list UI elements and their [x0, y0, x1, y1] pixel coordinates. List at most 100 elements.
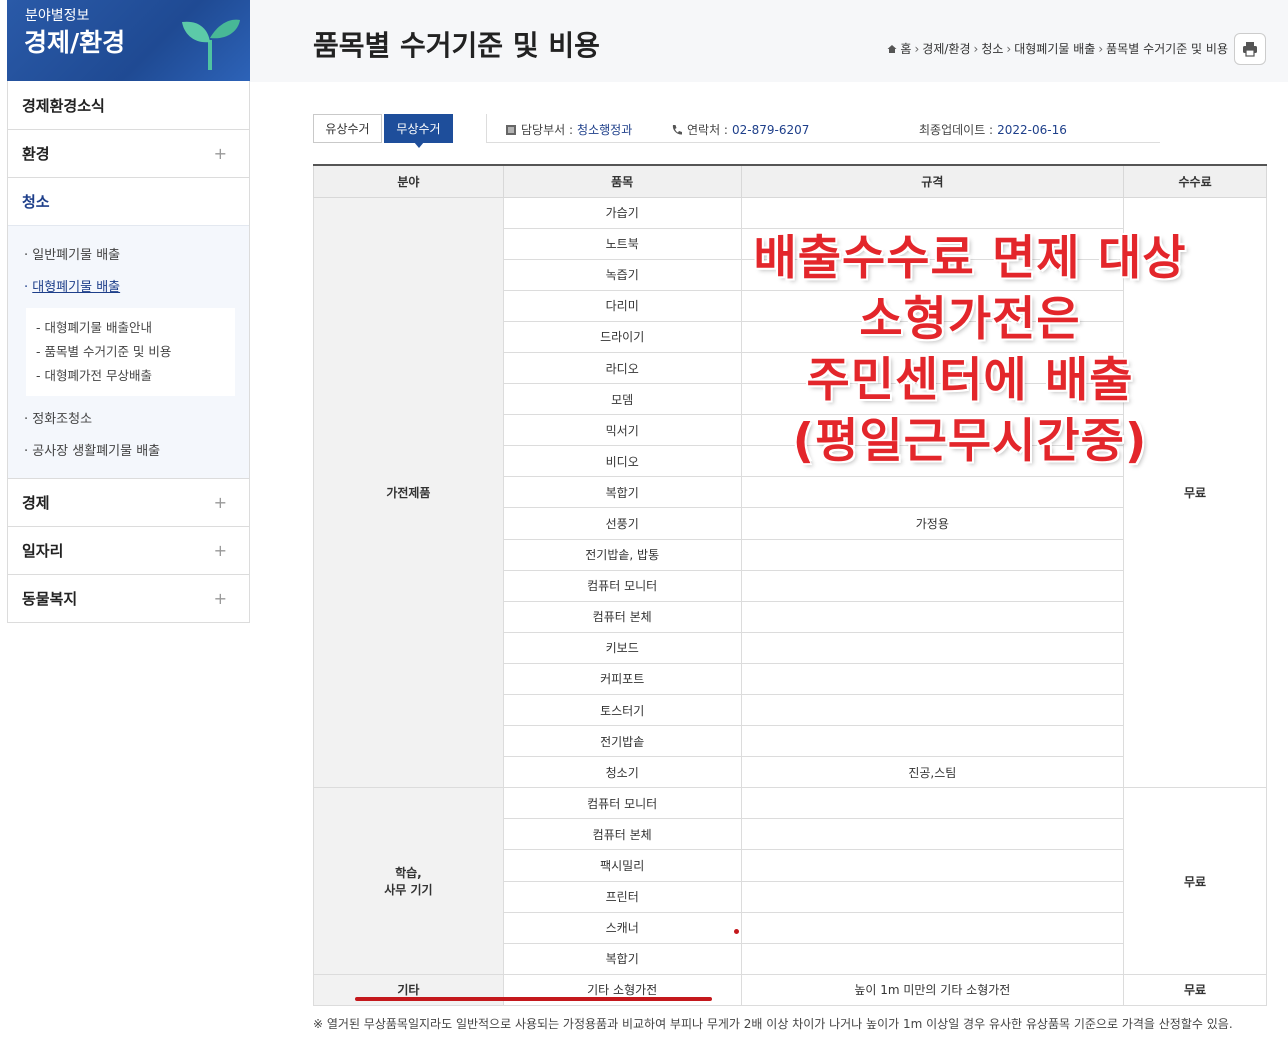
- sidebar-item-label: 경제: [22, 494, 50, 512]
- spec-cell: [740, 818, 1125, 851]
- chevron-right-icon: ›: [1098, 41, 1104, 56]
- spec-cell: [740, 538, 1125, 571]
- item-cell: 컴퓨터 모니터: [502, 569, 742, 602]
- annotation-line: 소형가전은: [859, 292, 1081, 347]
- item-cell: 커피포트: [502, 662, 742, 696]
- submenu-item-large-waste[interactable]: · 대형폐기물 배출: [22, 272, 235, 304]
- sidebar-item-economy[interactable]: 경제 +: [8, 478, 249, 526]
- item-cell: 컴퓨터 모니터: [502, 787, 742, 820]
- item-cell: 프린터: [502, 880, 742, 913]
- spec-cell: [740, 849, 1125, 882]
- update-info: 최종업데이트 : 2022-06-16: [919, 121, 1067, 138]
- sidebar-item-label: 환경: [22, 145, 50, 163]
- contact-label: 연락처 :: [687, 123, 728, 137]
- item-cell: 전기밥솥: [502, 725, 742, 758]
- sidebar-item-label: 동물복지: [22, 590, 78, 608]
- category-line: 학습,: [395, 866, 422, 881]
- subsub-item-cost[interactable]: - 품목별 수거기준 및 비용: [36, 340, 225, 364]
- item-cell: 키보드: [502, 631, 742, 664]
- subsub-item-label: 대형폐가전 무상배출: [44, 368, 152, 383]
- submenu-item-label: 정화조청소: [32, 412, 93, 427]
- contact-value: 02-879-6207: [731, 122, 810, 137]
- spec-cell: [740, 196, 1125, 229]
- phone-icon: [672, 124, 682, 135]
- tab-free[interactable]: 무상수거: [384, 114, 453, 148]
- spec-cell: 높이 1m 미만의 기타 소형가전: [740, 973, 1125, 1006]
- chevron-right-icon: ›: [973, 41, 979, 56]
- spec-cell: [740, 662, 1125, 696]
- sidebar-item-label: 일자리: [22, 542, 64, 560]
- chevron-right-icon: ›: [914, 41, 920, 56]
- table-row: 가전제품 가습기 무료: [313, 196, 1267, 789]
- submenu-item-label: 대형폐기물 배출: [32, 280, 121, 295]
- footnote: ※ 열거된 무상품목일지라도 일반적으로 사용되는 가정용품과 비교하여 부피나…: [313, 1017, 1233, 1031]
- sidebar-item-label: 경제환경소식: [22, 96, 105, 115]
- sidebar-item-environment[interactable]: 환경 +: [8, 129, 249, 177]
- item-cell: 청소기: [502, 756, 742, 789]
- item-cell: 선풍기: [502, 507, 742, 540]
- contact-info: 연락처 : 02-879-6207: [671, 121, 809, 138]
- sidebar-item-econ-env-news[interactable]: 경제환경소식: [8, 81, 249, 129]
- item-cell: 스캐너: [502, 911, 742, 944]
- table-row: 학습, 사무 기기 컴퓨터 모니터 무료: [313, 787, 1267, 975]
- submenu-item-septic[interactable]: · 정화조청소: [22, 404, 235, 436]
- submenu-item-construction[interactable]: · 공사장 생활폐기물 배출: [22, 436, 235, 468]
- spec-cell: [740, 600, 1125, 633]
- breadcrumb-home[interactable]: 홈: [900, 40, 911, 57]
- category-line: 사무 기기: [384, 883, 433, 898]
- spec-cell: [740, 693, 1125, 727]
- submenu-item-general-waste[interactable]: · 일반폐기물 배출: [22, 240, 235, 272]
- breadcrumb-econ-env[interactable]: 경제/환경: [922, 40, 970, 57]
- annotation-overlay: 배출수수료 면제 대상 소형가전은 주민센터에 배출 (평일근무시간중): [700, 228, 1240, 472]
- category-cell: 학습, 사무 기기: [313, 787, 504, 975]
- spec-cell: [740, 911, 1125, 944]
- sidebar: 분야별정보 경제/환경 경제환경소식 환경 + 청소 · 일반폐기물 배출 · …: [7, 0, 250, 623]
- subsub-item-free-appliance[interactable]: - 대형폐가전 무상배출: [36, 364, 225, 388]
- spec-cell: [740, 476, 1125, 509]
- spec-cell: [740, 631, 1125, 664]
- item-cell: 토스터기: [502, 693, 742, 727]
- plus-icon[interactable]: +: [214, 144, 227, 163]
- plus-icon[interactable]: +: [214, 589, 227, 608]
- spec-cell: [740, 725, 1125, 758]
- submenu-item-label: 공사장 생활폐기물 배출: [32, 444, 161, 459]
- breadcrumb-cleaning[interactable]: 청소: [981, 40, 1003, 57]
- header-category: 분야: [313, 164, 504, 198]
- dept-info: 담당부서 : 청소행정과: [505, 121, 632, 138]
- sidebar-item-jobs[interactable]: 일자리 +: [8, 526, 249, 574]
- spec-cell: [740, 787, 1125, 820]
- plus-icon[interactable]: +: [214, 541, 227, 560]
- info-bar: 담당부서 : 청소행정과 연락처 : 02-879-6207 최종업데이트 : …: [486, 114, 1160, 143]
- annotation-line: (평일근무시간중): [792, 414, 1148, 469]
- cleaning-submenu: · 일반폐기물 배출 · 대형폐기물 배출 - 대형폐기물 배출안내 - 품목별…: [8, 225, 249, 478]
- updated-value: 2022-06-16: [997, 122, 1067, 137]
- home-icon[interactable]: [887, 44, 897, 54]
- print-button[interactable]: [1234, 33, 1266, 65]
- subsub-item-label: 대형폐기물 배출안내: [44, 320, 152, 335]
- fee-cell: 무료: [1123, 787, 1267, 975]
- spec-cell: 진공,스팀: [740, 756, 1125, 789]
- updated-label: 최종업데이트 :: [919, 123, 994, 137]
- sidebar-header: 분야별정보 경제/환경: [7, 0, 250, 81]
- sidebar-item-label: 청소: [22, 193, 50, 211]
- page-title: 품목별 수거기준 및 비용: [313, 29, 600, 62]
- spec-cell: [740, 942, 1125, 975]
- document-icon: [506, 124, 516, 135]
- spec-cell: 가정용: [740, 507, 1125, 540]
- sprout-icon: [182, 19, 240, 70]
- subsub-item-guide[interactable]: - 대형폐기물 배출안내: [36, 316, 225, 340]
- sidebar-item-cleaning[interactable]: 청소: [8, 177, 249, 225]
- breadcrumb-large-waste[interactable]: 대형폐기물 배출: [1014, 40, 1095, 57]
- sidebar-item-animal-welfare[interactable]: 동물복지 +: [8, 574, 249, 622]
- header-fee: 수수료: [1123, 164, 1267, 198]
- collection-tabs: 유상수거 무상수거: [313, 114, 453, 148]
- large-waste-submenu: - 대형폐기물 배출안내 - 품목별 수거기준 및 비용 - 대형폐가전 무상배…: [26, 308, 235, 396]
- item-cell: 컴퓨터 본체: [502, 600, 742, 633]
- item-cell: 가습기: [502, 196, 742, 229]
- header-item: 품목: [502, 164, 742, 198]
- plus-icon[interactable]: +: [214, 493, 227, 512]
- tab-paid[interactable]: 유상수거: [313, 114, 382, 143]
- spec-cell: [740, 569, 1125, 602]
- breadcrumb-current: 품목별 수거기준 및 비용: [1106, 42, 1228, 56]
- sidebar-menu: 경제환경소식 환경 + 청소 · 일반폐기물 배출 · 대형폐기물 배출 - 대…: [7, 81, 250, 623]
